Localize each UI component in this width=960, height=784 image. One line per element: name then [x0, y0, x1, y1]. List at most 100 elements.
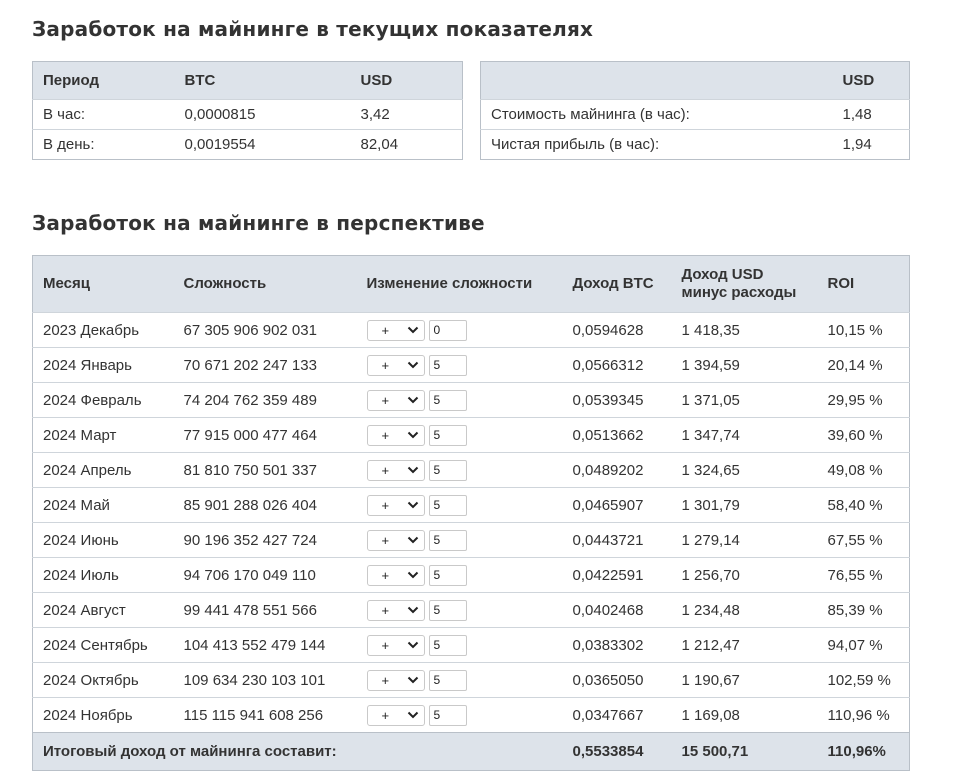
- income-btc-cell: 0,0383302: [562, 627, 672, 663]
- roi-cell: 94,07 %: [817, 627, 910, 663]
- sign-select[interactable]: +: [366, 389, 425, 411]
- month-cell: 2024 Ноябрь: [32, 697, 174, 733]
- change-percent-input[interactable]: [428, 669, 467, 691]
- sign-select[interactable]: +: [366, 564, 425, 586]
- sign-select-value: +: [381, 497, 390, 513]
- header-income-btc: Доход BTC: [562, 255, 672, 313]
- difficulty-change-cell: +: [356, 382, 563, 418]
- header-income-usd-line1: Доход USD: [681, 266, 764, 283]
- mining-calculator: Заработок на майнинге в текущих показате…: [0, 0, 960, 784]
- difficulty-cell: 77 915 000 477 464: [173, 417, 357, 453]
- header-usd: USD: [832, 61, 910, 100]
- btc-value: 0,0019554: [174, 129, 351, 160]
- header-month: Месяц: [32, 255, 174, 313]
- chevron-down-icon: [407, 326, 418, 334]
- income-btc-cell: 0,0513662: [562, 417, 672, 453]
- difficulty-cell: 90 196 352 427 724: [173, 522, 357, 558]
- header-roi: ROI: [817, 255, 910, 313]
- difficulty-change-cell: +: [356, 697, 563, 733]
- header-income-usd-line2: минус расходы: [681, 284, 797, 301]
- income-btc-cell: 0,0465907: [562, 487, 672, 523]
- header-income-usd: Доход USD минус расходы: [671, 255, 818, 313]
- income-btc-cell: 0,0566312: [562, 347, 672, 383]
- sign-select[interactable]: +: [366, 634, 425, 656]
- table-row: 2024 Октябрь 109 634 230 103 101 + 0,036…: [32, 662, 910, 698]
- roi-cell: 76,55 %: [817, 557, 910, 593]
- change-percent-input[interactable]: [428, 704, 467, 726]
- change-percent-input[interactable]: [428, 424, 467, 446]
- table-row: Чистая прибыль (в час): 1,94: [480, 129, 910, 160]
- total-usd: 15 500,71: [671, 732, 818, 771]
- table-header-row: Период BTC USD: [32, 61, 463, 100]
- sign-select[interactable]: +: [366, 424, 425, 446]
- income-btc-cell: 0,0539345: [562, 382, 672, 418]
- change-percent-input[interactable]: [428, 634, 467, 656]
- table-row: 2024 Февраль 74 204 762 359 489 + 0,0539…: [32, 382, 910, 418]
- difficulty-change-control: +: [366, 564, 563, 586]
- change-percent-input[interactable]: [428, 319, 467, 341]
- roi-cell: 102,59 %: [817, 662, 910, 698]
- month-cell: 2023 Декабрь: [32, 312, 174, 348]
- difficulty-change-cell: +: [356, 627, 563, 663]
- sign-select[interactable]: +: [366, 599, 425, 621]
- change-percent-input[interactable]: [428, 389, 467, 411]
- change-percent-input[interactable]: [428, 529, 467, 551]
- difficulty-change-control: +: [366, 704, 563, 726]
- btc-value: 0,0000815: [174, 99, 351, 130]
- income-usd-cell: 1 279,14: [671, 522, 818, 558]
- sign-select[interactable]: +: [366, 494, 425, 516]
- header-empty: [480, 61, 833, 100]
- sign-select[interactable]: +: [366, 704, 425, 726]
- income-usd-cell: 1 394,59: [671, 347, 818, 383]
- sign-select-value: +: [381, 672, 390, 688]
- month-cell: 2024 Январь: [32, 347, 174, 383]
- difficulty-change-cell: +: [356, 452, 563, 488]
- header-difficulty: Сложность: [173, 255, 357, 313]
- forecast-earnings-title: Заработок на майнинге в перспективе: [32, 211, 485, 235]
- difficulty-change-control: +: [366, 354, 563, 376]
- sign-select[interactable]: +: [366, 319, 425, 341]
- usd-value: 82,04: [350, 129, 463, 160]
- change-percent-input[interactable]: [428, 599, 467, 621]
- income-usd-cell: 1 301,79: [671, 487, 818, 523]
- chevron-down-icon: [407, 711, 418, 719]
- table-row: 2024 Июнь 90 196 352 427 724 + 0,0443721…: [32, 522, 910, 558]
- sign-select-value: +: [381, 637, 390, 653]
- usd-value: 3,42: [350, 99, 463, 130]
- sign-select[interactable]: +: [366, 669, 425, 691]
- chevron-down-icon: [407, 676, 418, 684]
- difficulty-cell: 81 810 750 501 337: [173, 452, 357, 488]
- change-percent-input[interactable]: [428, 459, 467, 481]
- difficulty-change-control: +: [366, 459, 563, 481]
- change-percent-input[interactable]: [428, 494, 467, 516]
- difficulty-change-control: +: [366, 494, 563, 516]
- month-cell: 2024 Июнь: [32, 522, 174, 558]
- table-row: 2024 Июль 94 706 170 049 110 + 0,0422591…: [32, 557, 910, 593]
- table-row: 2024 Март 77 915 000 477 464 + 0,0513662…: [32, 417, 910, 453]
- change-percent-input[interactable]: [428, 564, 467, 586]
- difficulty-change-cell: +: [356, 557, 563, 593]
- table-row: Стоимость майнинга (в час): 1,48: [480, 99, 910, 130]
- sign-select-value: +: [381, 357, 390, 373]
- sign-select-value: +: [381, 462, 390, 478]
- sign-select[interactable]: +: [366, 459, 425, 481]
- sign-select-value: +: [381, 707, 390, 723]
- difficulty-cell: 104 413 552 479 144: [173, 627, 357, 663]
- income-btc-cell: 0,0365050: [562, 662, 672, 698]
- month-cell: 2024 Октябрь: [32, 662, 174, 698]
- header-period: Период: [32, 61, 175, 100]
- sign-select-value: +: [381, 392, 390, 408]
- income-btc-cell: 0,0402468: [562, 592, 672, 628]
- sign-select[interactable]: +: [366, 354, 425, 376]
- chevron-down-icon: [407, 571, 418, 579]
- difficulty-change-control: +: [366, 424, 563, 446]
- difficulty-cell: 74 204 762 359 489: [173, 382, 357, 418]
- table-row: 2024 Май 85 901 288 026 404 + 0,0465907 …: [32, 487, 910, 523]
- income-usd-cell: 1 212,47: [671, 627, 818, 663]
- roi-cell: 29,95 %: [817, 382, 910, 418]
- header-btc: BTC: [174, 61, 351, 100]
- table-row: 2024 Ноябрь 115 115 941 608 256 + 0,0347…: [32, 697, 910, 733]
- sign-select[interactable]: +: [366, 529, 425, 551]
- change-percent-input[interactable]: [428, 354, 467, 376]
- table-row: 2024 Апрель 81 810 750 501 337 + 0,04892…: [32, 452, 910, 488]
